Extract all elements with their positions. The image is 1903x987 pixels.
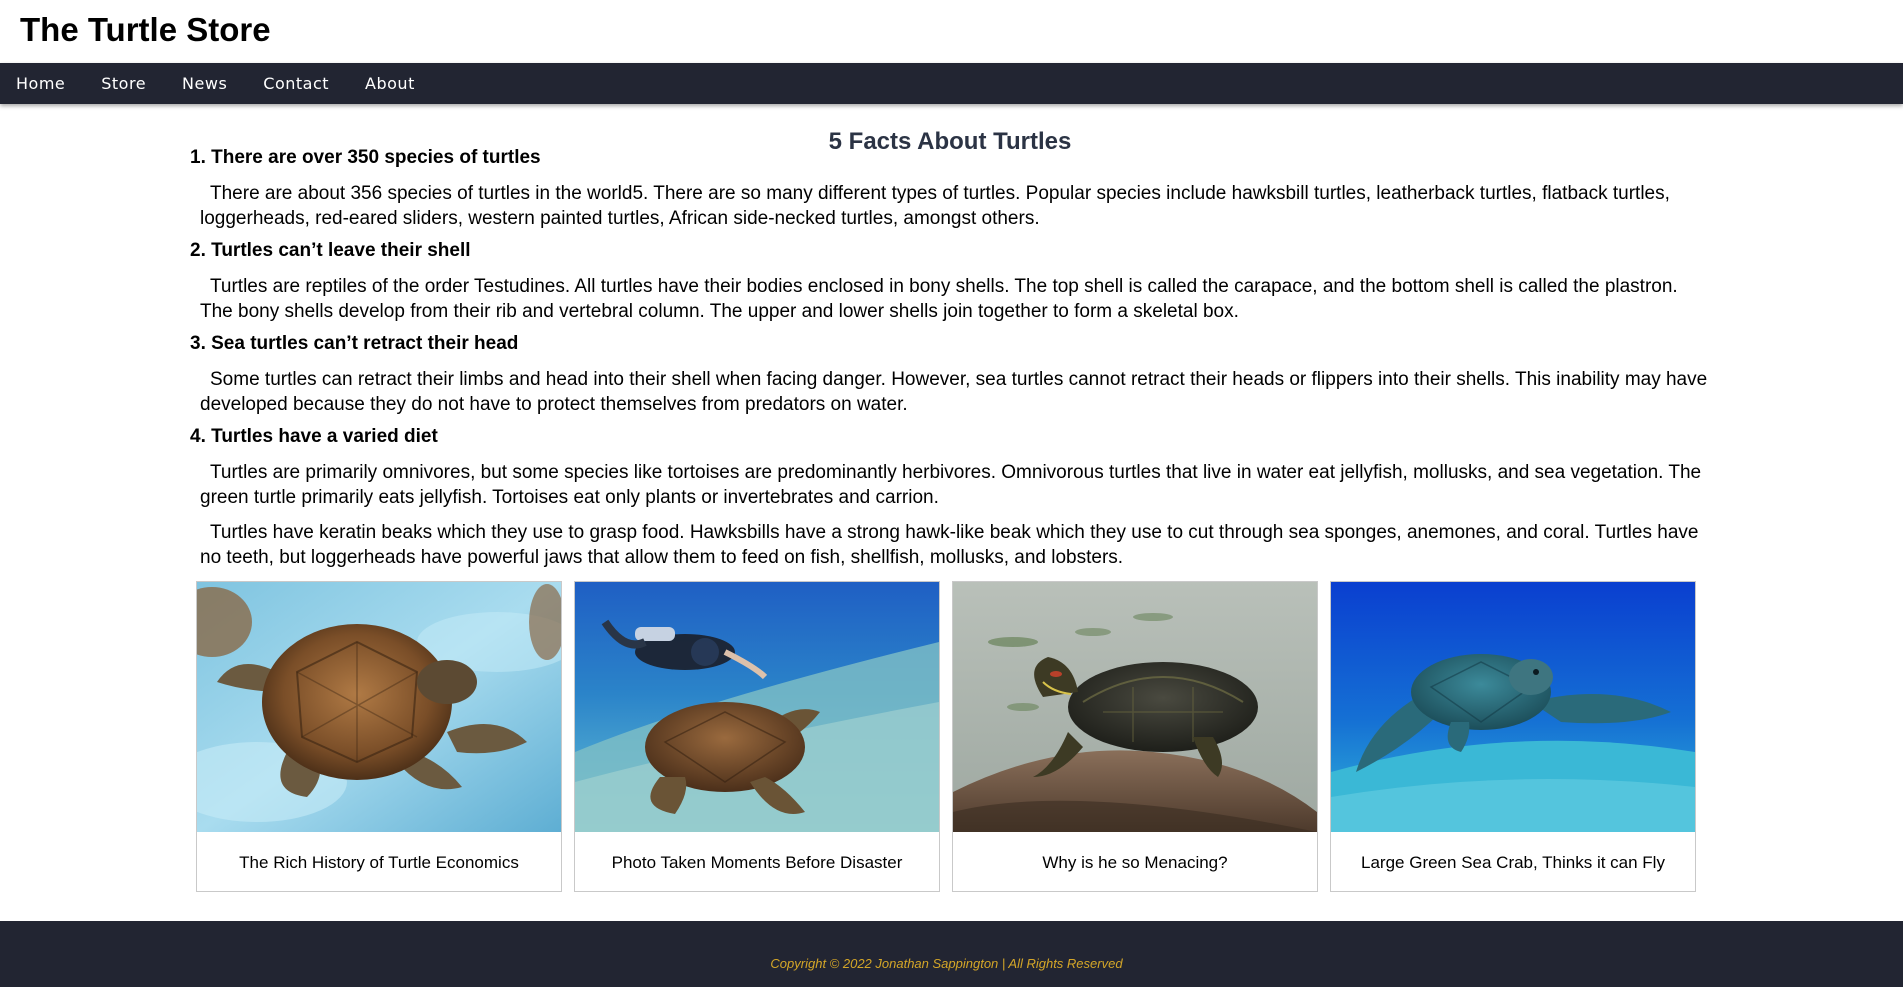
main-content: 5 Facts About Turtles 1. There are over …: [0, 104, 1710, 892]
turtle-swimming-photo: [197, 582, 561, 832]
card-caption: The Rich History of Turtle Economics: [239, 853, 519, 872]
site-header: The Turtle Store: [0, 0, 1903, 63]
fact-3: 3. Sea turtles can’t retract their head …: [190, 332, 1710, 417]
fact-paragraph: There are about 356 species of turtles i…: [200, 183, 1670, 229]
card-caption: Photo Taken Moments Before Disaster: [611, 853, 903, 872]
fact-title: 2. Turtles can’t leave their shell: [190, 240, 471, 261]
fact-2: 2. Turtles can’t leave their shell Turtl…: [190, 239, 1710, 324]
sea-turtle-underwater-photo: [1331, 582, 1695, 832]
site-title: The Turtle Store: [20, 11, 271, 48]
nav-contact[interactable]: Contact: [245, 63, 347, 104]
fact-paragraph: Some turtles can retract their limbs and…: [200, 369, 1708, 415]
gallery-card[interactable]: The Rich History of Turtle Economics: [196, 581, 562, 892]
page-heading: 5 Facts About Turtles: [828, 128, 1072, 155]
site-footer: Copyright © 2022 Jonathan Sappington | A…: [0, 921, 1903, 987]
fact-1: 1. There are over 350 species of turtles…: [190, 146, 1710, 231]
nav-about[interactable]: About: [347, 63, 433, 104]
nav-home[interactable]: Home: [0, 63, 83, 104]
copyright-text: Copyright © 2022 Jonathan Sappington | A…: [770, 956, 1123, 971]
fact-title: 3. Sea turtles can’t retract their head: [190, 333, 519, 354]
fact-paragraph: Turtles have keratin beaks which they us…: [200, 522, 1699, 568]
gallery-card[interactable]: Large Green Sea Crab, Thinks it can Fly: [1330, 581, 1696, 892]
slider-turtle-on-rock-photo: [953, 582, 1317, 832]
card-caption: Why is he so Menacing?: [1042, 853, 1228, 872]
fact-title: 4. Turtles have a varied diet: [190, 426, 438, 447]
fact-paragraph: Turtles are reptiles of the order Testud…: [200, 276, 1678, 322]
main-navbar: Home Store News Contact About: [0, 63, 1903, 104]
nav-store[interactable]: Store: [83, 63, 164, 104]
photo-gallery: The Rich History of Turtle Economics Pho…: [196, 581, 1710, 892]
gallery-card[interactable]: Photo Taken Moments Before Disaster: [574, 581, 940, 892]
diver-and-turtle-photo: [575, 582, 939, 832]
fact-paragraph: Turtles are primarily omnivores, but som…: [200, 462, 1702, 508]
gallery-card[interactable]: Why is he so Menacing?: [952, 581, 1318, 892]
nav-news[interactable]: News: [164, 63, 245, 104]
fact-4: 4. Turtles have a varied diet Turtles ar…: [190, 425, 1710, 570]
card-caption: Large Green Sea Crab, Thinks it can Fly: [1361, 853, 1665, 872]
